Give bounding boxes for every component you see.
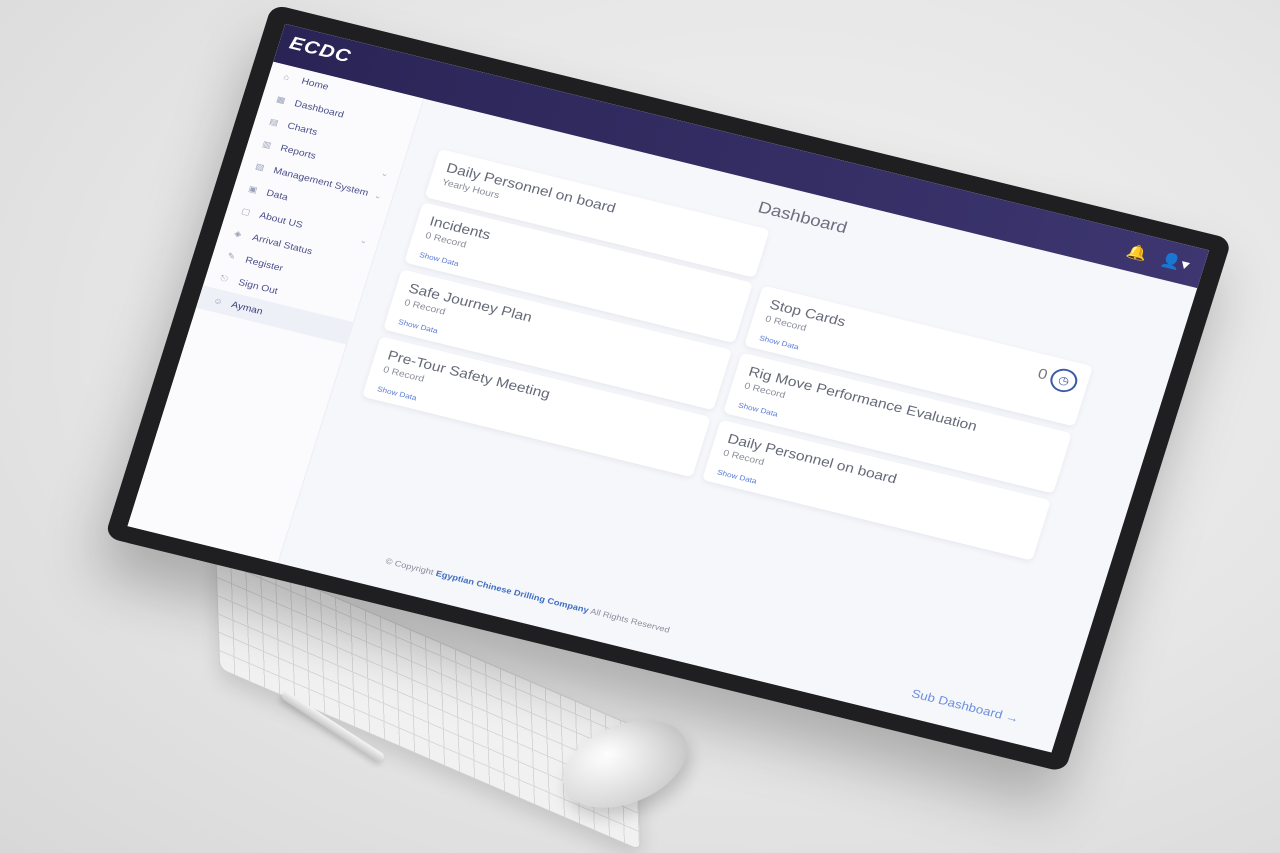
stop-cards-count: 0 — [1035, 366, 1050, 384]
show-data-link[interactable]: Show Data — [397, 318, 439, 335]
user-icon: ☺ — [212, 295, 225, 307]
show-data-link[interactable]: Show Data — [376, 385, 418, 402]
clock-icon: ◷ — [1047, 366, 1081, 395]
status-icon: ◈ — [233, 228, 244, 239]
report-icon: ▥ — [261, 138, 273, 150]
data-icon: ▣ — [247, 183, 259, 195]
info-icon: ▢ — [240, 205, 252, 217]
user-icon[interactable]: 👤▾ — [1159, 252, 1192, 273]
sidebar-item-label: Ayman — [230, 299, 264, 317]
sidebar-item-label: Register — [244, 254, 285, 274]
sidebar-item-label: About US — [258, 210, 304, 231]
dashboard-icon: ▦ — [275, 93, 287, 105]
brand-logo[interactable]: ECDC — [287, 33, 354, 68]
sidebar-item-label: Reports — [279, 143, 318, 162]
show-data-link[interactable]: Show Data — [737, 401, 779, 418]
sidebar-item-label: Data — [265, 187, 290, 203]
footer: © Copyright Egyptian Chinese Drilling Co… — [384, 556, 670, 634]
show-data-link[interactable]: Show Data — [418, 251, 460, 268]
sidebar-item-label: Sign Out — [237, 277, 279, 297]
chevron-down-icon: ⌄ — [372, 190, 384, 201]
folder-icon: ▧ — [254, 161, 266, 172]
home-icon: ⌂ — [282, 72, 291, 82]
chart-icon: ▤ — [268, 116, 280, 128]
chevron-down-icon: ⌄ — [358, 234, 370, 246]
sidebar-item-label: Charts — [286, 120, 319, 138]
sidebar-item-label: Home — [300, 76, 330, 93]
bell-icon[interactable]: 🔔 — [1124, 244, 1149, 264]
show-data-link[interactable]: Show Data — [758, 334, 800, 351]
show-data-link[interactable]: Show Data — [716, 468, 758, 485]
register-icon: ✎ — [226, 250, 237, 261]
footer-company[interactable]: Egyptian Chinese Drilling Company — [435, 569, 590, 615]
top-icons: 🔔 👤▾ — [1114, 239, 1192, 274]
footer-suffix: All Rights Reserved — [589, 606, 671, 635]
footer-prefix: © Copyright — [384, 556, 435, 577]
chevron-down-icon: ⌄ — [379, 167, 391, 179]
sub-dashboard-link[interactable]: Sub Dashboard → — [910, 686, 1021, 725]
signout-icon: ⎋ — [219, 272, 230, 284]
